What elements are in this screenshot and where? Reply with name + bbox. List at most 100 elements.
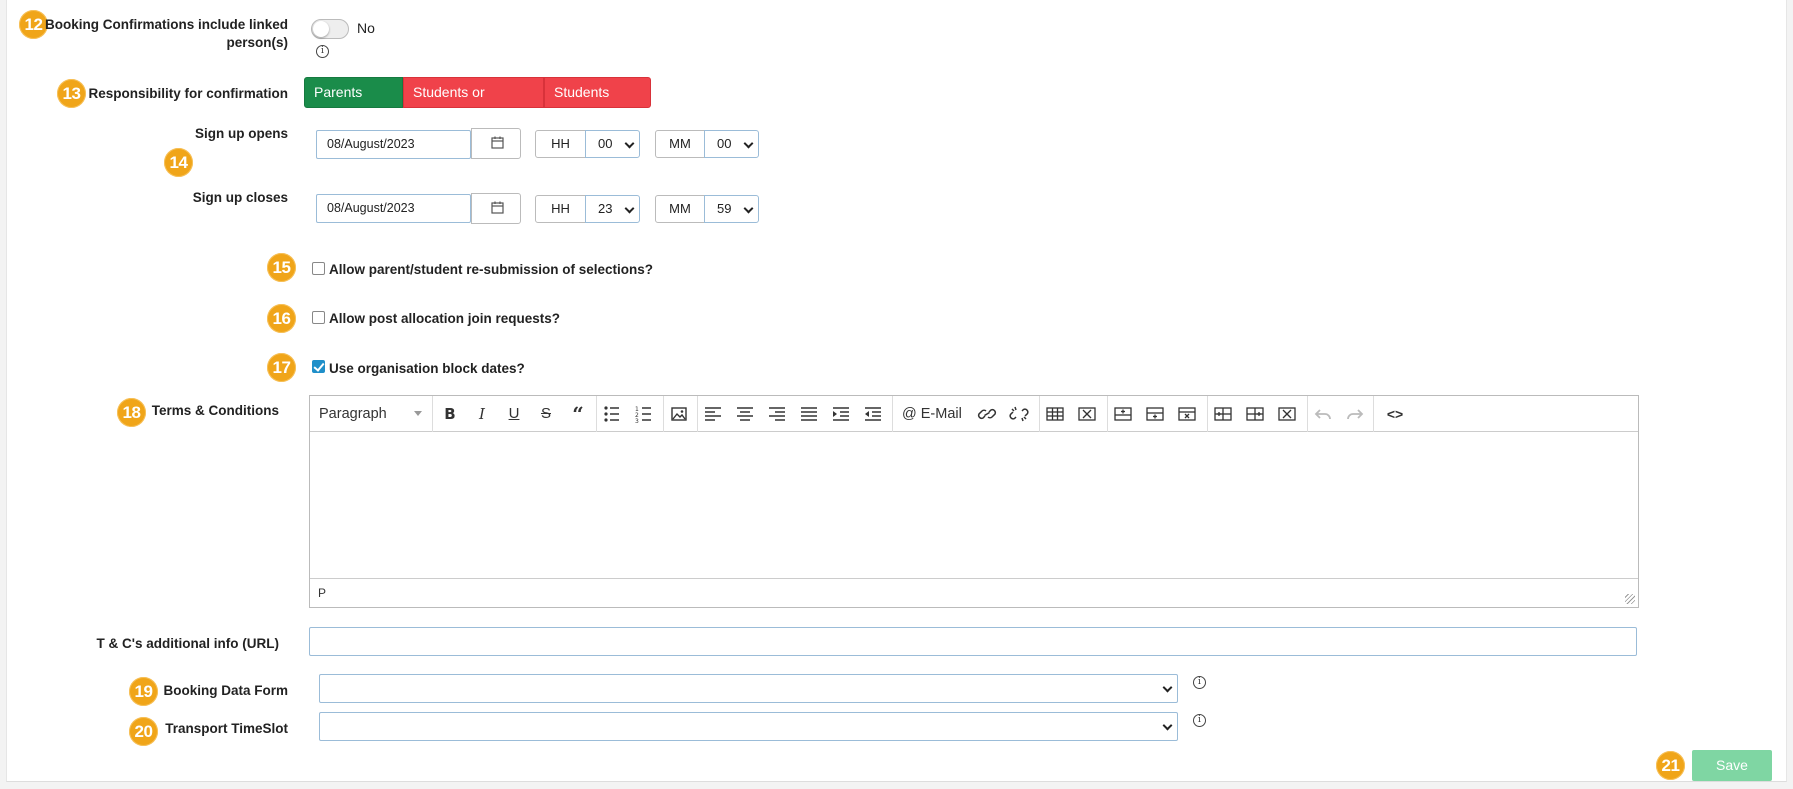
at-icon: @ xyxy=(902,406,917,422)
opens-hour-select[interactable]: 00 xyxy=(585,130,640,158)
closes-hh-addon: HH xyxy=(535,195,586,223)
email-button[interactable]: @ E-Mail xyxy=(902,403,974,425)
opens-hour-value: 00 xyxy=(598,136,613,151)
closes-minute-select[interactable]: 59 xyxy=(704,195,759,223)
resize-handle-icon[interactable] xyxy=(1625,594,1635,604)
block-format-dropdown[interactable]: Paragraph xyxy=(319,403,423,425)
link-icon[interactable] xyxy=(975,403,999,425)
opens-minute-select[interactable]: 00 xyxy=(704,130,759,158)
info-icon[interactable]: i xyxy=(1193,714,1206,727)
bullet-list-icon[interactable] xyxy=(600,403,624,425)
delete-row-icon[interactable] xyxy=(1175,403,1199,425)
unlink-icon[interactable] xyxy=(1007,403,1031,425)
step-badge-17: 17 xyxy=(267,353,296,382)
table-icon[interactable] xyxy=(1043,403,1067,425)
source-code-icon[interactable]: <> xyxy=(1383,403,1407,425)
closes-hour-select[interactable]: 23 xyxy=(585,195,640,223)
chevron-down-icon xyxy=(624,203,635,214)
option-students-only[interactable]: Students Only xyxy=(544,77,651,129)
insert-column-after-icon[interactable] xyxy=(1243,403,1267,425)
toolbar-separator xyxy=(697,396,698,432)
step-badge-15: 15 xyxy=(267,253,296,282)
toolbar-separator xyxy=(432,396,433,432)
numbered-list-icon[interactable]: 123 xyxy=(632,403,656,425)
join-requests-checkbox[interactable] xyxy=(312,311,325,324)
toggle-knob xyxy=(313,21,329,37)
toolbar-separator xyxy=(663,396,664,432)
option-students-or-parents[interactable]: Students or Parents xyxy=(403,77,544,129)
undo-icon[interactable] xyxy=(1311,403,1335,425)
closes-hour-value: 23 xyxy=(598,201,613,216)
italic-icon[interactable]: I xyxy=(471,403,493,425)
strikethrough-icon[interactable]: S xyxy=(535,403,557,425)
chevron-down-icon xyxy=(1162,720,1173,731)
toolbar-separator xyxy=(1039,396,1040,432)
align-center-icon[interactable] xyxy=(733,403,757,425)
toolbar-separator xyxy=(892,396,893,432)
block-dates-checkbox[interactable] xyxy=(312,360,325,373)
sign-up-closes-label: Sign up closes xyxy=(192,190,288,205)
delete-column-icon[interactable] xyxy=(1275,403,1299,425)
insert-column-before-icon[interactable] xyxy=(1211,403,1235,425)
save-button[interactable]: Save xyxy=(1692,750,1772,781)
delete-table-icon[interactable] xyxy=(1075,403,1099,425)
block-format-value: Paragraph xyxy=(319,406,387,422)
underline-icon[interactable]: U xyxy=(503,403,525,425)
closes-minute-value: 59 xyxy=(717,201,732,216)
blockquote-icon[interactable]: “ xyxy=(567,403,589,425)
linked-persons-toggle[interactable] xyxy=(311,19,349,39)
svg-text:3: 3 xyxy=(635,418,639,425)
indent-icon[interactable] xyxy=(829,403,853,425)
transport-timeslot-label: Transport TimeSlot xyxy=(165,721,288,736)
option-parents-only[interactable]: Parents Only xyxy=(304,77,403,129)
bold-icon[interactable]: B xyxy=(439,403,461,425)
info-icon[interactable]: i xyxy=(316,45,329,58)
step-badge-14: 14 xyxy=(164,148,193,177)
insert-row-before-icon[interactable] xyxy=(1111,403,1135,425)
join-requests-label: Allow post allocation join requests? xyxy=(329,311,561,326)
insert-row-after-icon[interactable] xyxy=(1143,403,1167,425)
toolbar-separator xyxy=(1373,396,1374,432)
sign-up-closes-calendar-button[interactable] xyxy=(471,193,521,224)
step-badge-16: 16 xyxy=(267,304,296,333)
sign-up-opens-calendar-button[interactable] xyxy=(471,128,521,159)
booking-confirmations-label: Booking Confirmations include linked per… xyxy=(40,16,288,52)
chevron-down-icon xyxy=(743,138,754,149)
editor-statusbar: P xyxy=(310,578,1638,607)
outdent-icon[interactable] xyxy=(861,403,885,425)
transport-timeslot-select[interactable] xyxy=(319,712,1178,741)
sign-up-closes-date-input[interactable]: 08/August/2023 xyxy=(316,194,471,223)
element-path[interactable]: P xyxy=(318,586,326,600)
closes-mm-addon: MM xyxy=(655,195,705,223)
align-right-icon[interactable] xyxy=(765,403,789,425)
info-icon[interactable]: i xyxy=(1193,676,1206,689)
tc-url-input[interactable] xyxy=(309,627,1637,656)
opens-hh-addon: HH xyxy=(535,130,586,158)
editor-toolbar: Paragraph B I U S “ 123 @ E-Mail <> xyxy=(310,396,1638,432)
caret-down-icon xyxy=(414,411,422,416)
toolbar-separator xyxy=(1107,396,1108,432)
editor-content-area[interactable] xyxy=(310,433,1638,578)
block-dates-label: Use organisation block dates? xyxy=(329,361,525,376)
sign-up-opens-date-input[interactable]: 08/August/2023 xyxy=(316,130,471,159)
booking-confirmations-label-line2: person(s) xyxy=(226,35,288,50)
image-icon[interactable] xyxy=(667,403,691,425)
tc-url-label: T & C's additional info (URL) xyxy=(96,636,279,651)
align-justify-icon[interactable] xyxy=(797,403,821,425)
chevron-down-icon xyxy=(624,138,635,149)
booking-data-form-select[interactable] xyxy=(319,674,1178,703)
toolbar-separator xyxy=(1307,396,1308,432)
opens-mm-addon: MM xyxy=(655,130,705,158)
redo-icon[interactable] xyxy=(1343,403,1367,425)
toolbar-separator xyxy=(1207,396,1208,432)
responsibility-label: Responsibility for confirmation xyxy=(88,86,288,101)
terms-conditions-editor: Paragraph B I U S “ 123 @ E-Mail <> P xyxy=(309,395,1639,608)
step-badge-18: 18 xyxy=(117,398,146,427)
step-badge-21: 21 xyxy=(1656,751,1685,780)
resubmission-checkbox[interactable] xyxy=(312,262,325,275)
toolbar-separator xyxy=(596,396,597,432)
settings-panel xyxy=(6,0,1787,782)
chevron-down-icon xyxy=(1162,682,1173,693)
align-left-icon[interactable] xyxy=(701,403,725,425)
chevron-down-icon xyxy=(743,203,754,214)
